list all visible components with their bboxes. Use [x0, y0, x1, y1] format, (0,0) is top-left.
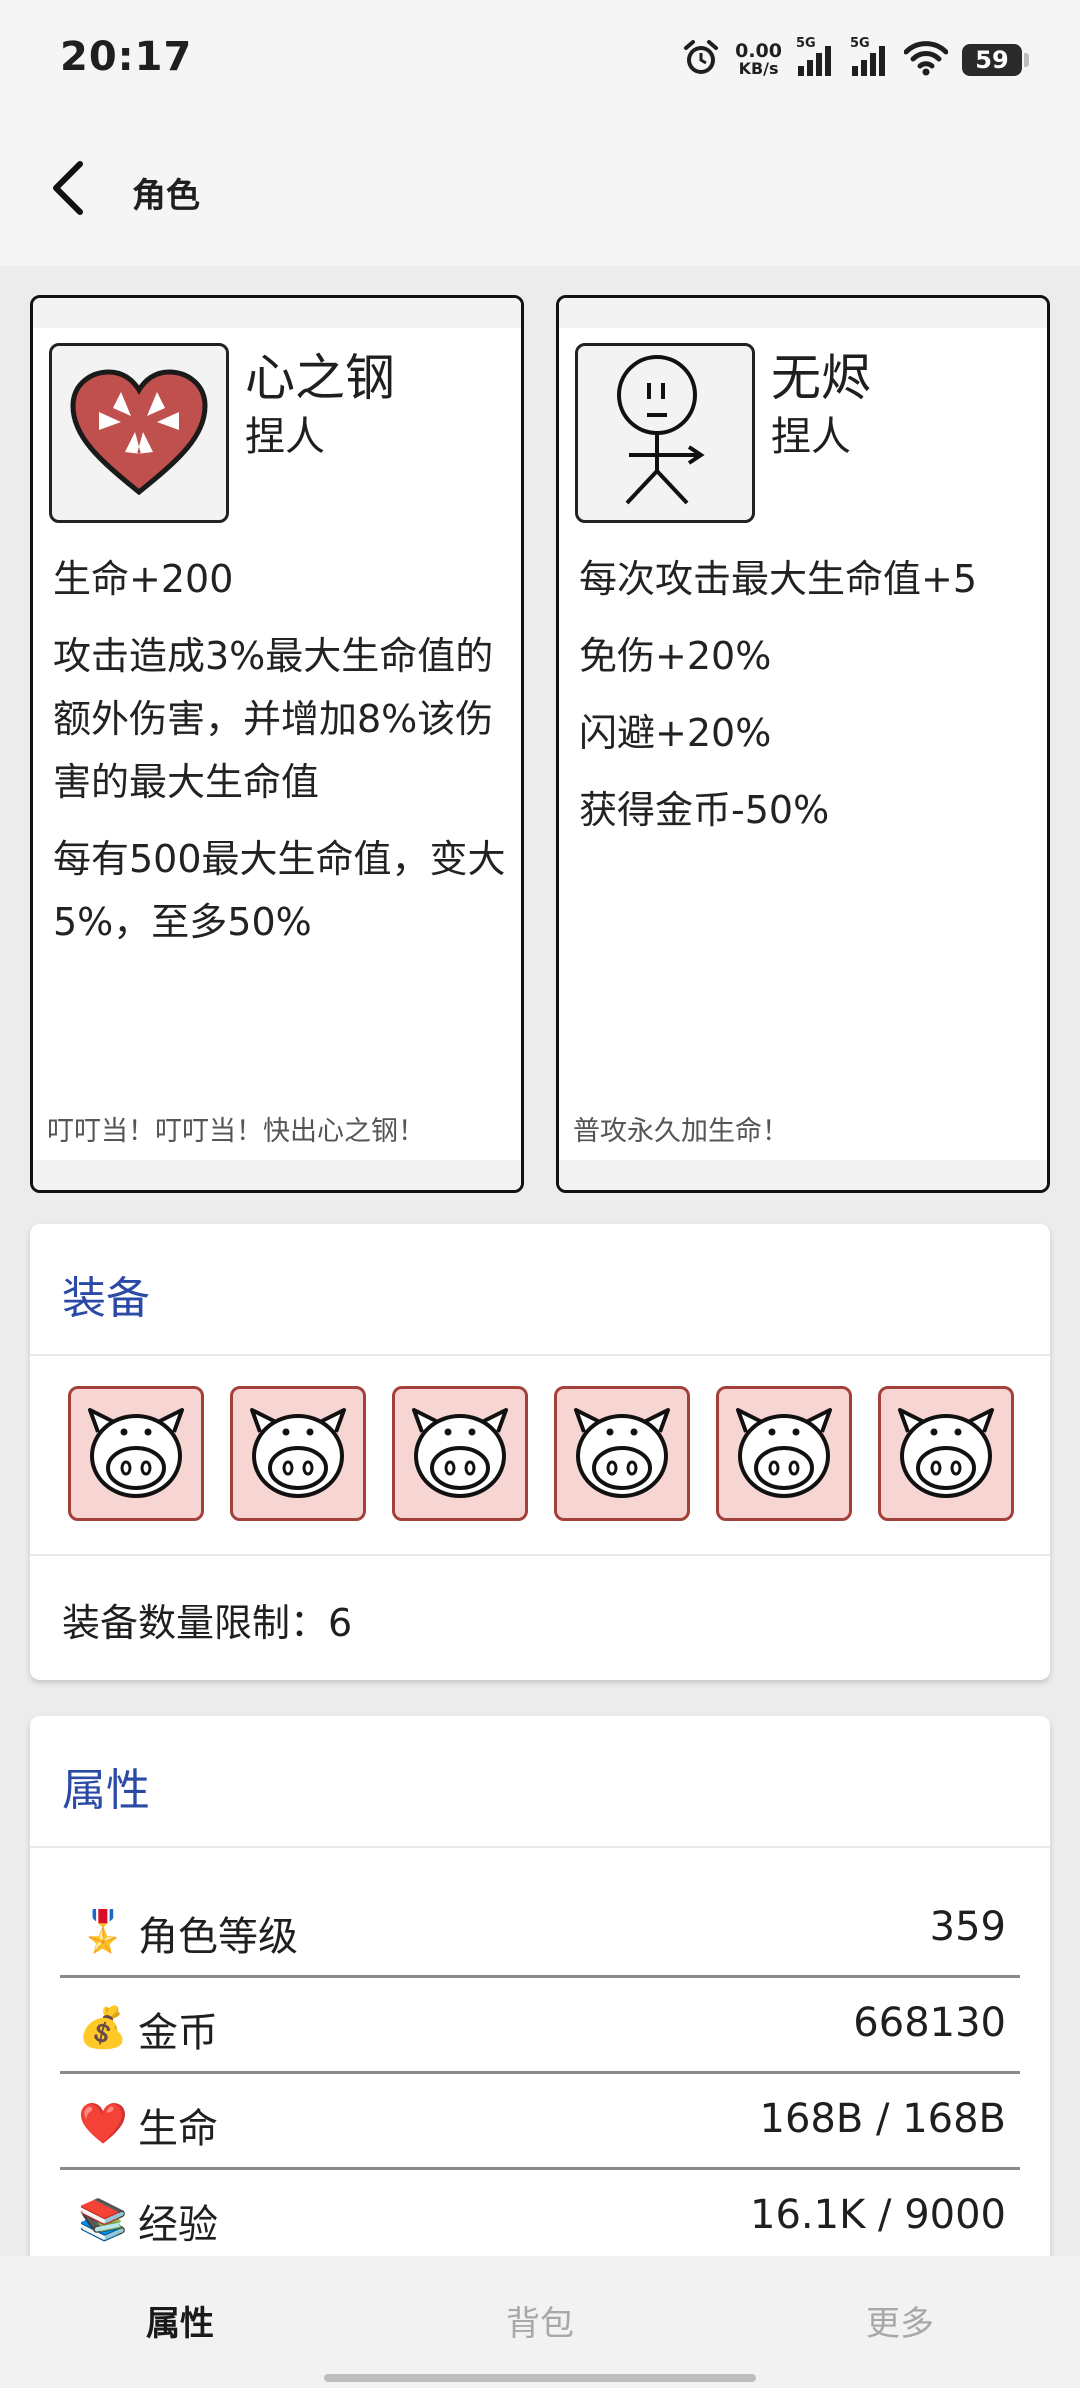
effect-text: 免伤+20% — [579, 634, 772, 678]
pig-face-icon — [732, 1402, 836, 1506]
pig-face-icon — [408, 1402, 512, 1506]
heart-icon — [70, 369, 208, 496]
attributes-section: 属性 🎖️ 角色等级 359 💰 金币 668130 ❤️ 生命 168B / … — [30, 1716, 1050, 2276]
equipment-slot[interactable] — [392, 1386, 528, 1521]
effect-text: 每次攻击最大生命值+5 — [579, 557, 978, 601]
effect-text: 生命+200 — [53, 557, 234, 601]
character-subtitle: 捏人 — [771, 414, 851, 460]
character-effects: 每次攻击最大生命值+5 免伤+20% 闪避+20% 获得金币-50% — [579, 548, 1033, 856]
equipment-slot[interactable] — [878, 1386, 1014, 1521]
books-icon: 📚 — [78, 2196, 128, 2243]
effect-text: 攻击造成3%最大生命值的额外伤害，并增加8%该伤害的最大生命值 — [53, 634, 494, 804]
character-name: 心之钢 — [245, 349, 395, 407]
effect-text: 获得金币-50% — [579, 788, 830, 832]
equipment-slot[interactable] — [230, 1386, 366, 1521]
attribute-row-health: ❤️ 生命 168B / 168B — [60, 2074, 1020, 2170]
equipment-section: 装备 装备数量限制：6 — [30, 1224, 1050, 1680]
character-quote: 普攻永久加生命！ — [573, 1116, 789, 1147]
section-title: 属性 — [62, 1765, 150, 1816]
attribute-label: 生命 — [138, 2106, 218, 2152]
pig-face-icon — [894, 1402, 998, 1506]
battery-icon: 59 — [962, 44, 1029, 76]
status-bar: 20:17 0.00 KB/s 5G 5G 59 — [0, 0, 1080, 118]
equipment-slot[interactable] — [554, 1386, 690, 1521]
attribute-label: 经验 — [138, 2202, 218, 2248]
character-effects: 生命+200 攻击造成3%最大生命值的额外伤害，并增加8%该伤害的最大生命值 每… — [53, 548, 507, 968]
heart-icon: ❤️ — [78, 2100, 128, 2147]
attribute-row-experience: 📚 经验 16.1K / 9000 — [60, 2170, 1020, 2266]
cell-signal-icon: 5G — [850, 36, 890, 78]
medal-icon: 🎖️ — [78, 1908, 128, 1955]
chevron-left-icon — [53, 161, 83, 215]
attribute-value: 168B / 168B — [759, 2096, 1006, 2142]
effect-text: 闪避+20% — [579, 711, 772, 755]
attribute-value: 16.1K / 9000 — [750, 2192, 1006, 2238]
network-speed: 0.00 KB/s — [735, 40, 782, 78]
pig-face-icon — [246, 1402, 350, 1506]
alarm-clock-icon — [681, 38, 721, 82]
attribute-label: 角色等级 — [138, 1914, 298, 1960]
bottom-navigation: 属性 背包 更多 — [0, 2256, 1080, 2388]
money-bag-icon: 💰 — [78, 2004, 128, 2051]
tab-attributes[interactable]: 属性 — [80, 2296, 280, 2345]
character-card[interactable]: 无烬 捏人 每次攻击最大生命值+5 免伤+20% 闪避+20% 获得金币-50%… — [556, 295, 1050, 1193]
section-title: 装备 — [62, 1273, 150, 1324]
equipment-slot[interactable] — [68, 1386, 204, 1521]
character-name: 无烬 — [771, 349, 871, 407]
character-quote: 叮叮当！叮叮当！快出心之钢！ — [47, 1116, 425, 1147]
attribute-label: 金币 — [138, 2010, 218, 2056]
tab-backpack[interactable]: 背包 — [440, 2296, 640, 2345]
effect-text: 每有500最大生命值，变大5%，至多50% — [53, 837, 506, 944]
pig-face-icon — [570, 1402, 674, 1506]
equipment-limit-text: 装备数量限制：6 — [62, 1601, 353, 1645]
pig-face-icon — [84, 1402, 188, 1506]
back-button[interactable] — [36, 156, 100, 220]
equipment-slot[interactable] — [716, 1386, 852, 1521]
stick-figure-icon — [617, 355, 705, 505]
cell-signal-icon: 5G — [796, 36, 836, 78]
character-portrait — [49, 343, 229, 523]
page-title: 角色 — [132, 176, 200, 216]
attribute-row-level: 🎖️ 角色等级 359 — [60, 1882, 1020, 1978]
attribute-value: 359 — [929, 1904, 1006, 1950]
status-icons: 0.00 KB/s 5G 5G 59 — [681, 36, 1029, 84]
status-time: 20:17 — [60, 34, 193, 80]
attribute-value: 668130 — [853, 2000, 1006, 2046]
tab-more[interactable]: 更多 — [800, 2296, 1000, 2345]
app-bar: 角色 — [0, 118, 1080, 266]
wifi-icon — [903, 40, 949, 80]
home-indicator[interactable] — [324, 2374, 756, 2382]
character-card[interactable]: 心之钢 捏人 生命+200 攻击造成3%最大生命值的额外伤害，并增加8%该伤害的… — [30, 295, 524, 1193]
attribute-row-gold: 💰 金币 668130 — [60, 1978, 1020, 2074]
character-subtitle: 捏人 — [245, 414, 325, 460]
equipment-slots — [30, 1356, 1050, 1556]
character-portrait — [575, 343, 755, 523]
